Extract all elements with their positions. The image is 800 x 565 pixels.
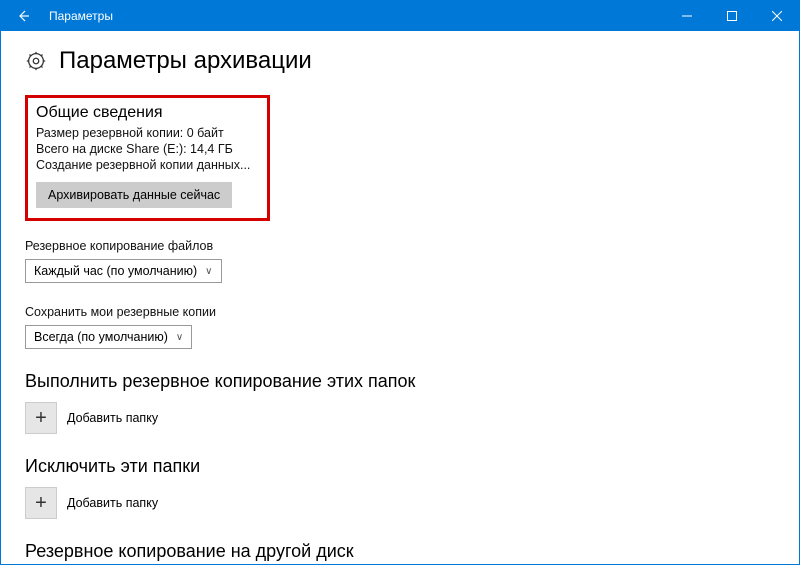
window-title: Параметры	[45, 9, 664, 23]
content-area: Параметры архивации Общие сведения Разме…	[1, 31, 799, 564]
add-exclude-folder-label: Добавить папку	[67, 496, 158, 510]
back-button[interactable]	[1, 1, 45, 31]
minimize-button[interactable]	[664, 1, 709, 31]
disk-total-text: Всего на диске Share (E:): 14,4 ГБ	[36, 142, 259, 156]
other-disk-section: Резервное копирование на другой диск	[25, 541, 775, 562]
add-include-folder-button[interactable]: +	[25, 402, 57, 434]
arrow-left-icon	[15, 8, 31, 24]
backup-size-text: Размер резервной копии: 0 байт	[36, 126, 259, 140]
include-folders-heading: Выполнить резервное копирование этих пап…	[25, 371, 775, 392]
add-include-folder-row[interactable]: + Добавить папку	[25, 402, 775, 434]
add-exclude-folder-row[interactable]: + Добавить папку	[25, 487, 775, 519]
maximize-button[interactable]	[709, 1, 754, 31]
plus-icon: +	[35, 492, 47, 515]
backup-frequency-value: Каждый час (по умолчанию)	[34, 264, 197, 278]
add-include-folder-label: Добавить папку	[67, 411, 158, 425]
backup-frequency-dropdown[interactable]: Каждый час (по умолчанию) ∨	[25, 259, 222, 283]
window-controls	[664, 1, 799, 31]
backup-frequency-block: Резервное копирование файлов Каждый час …	[25, 239, 775, 283]
exclude-folders-heading: Исключить эти папки	[25, 456, 775, 477]
backup-frequency-label: Резервное копирование файлов	[25, 239, 775, 253]
minimize-icon	[682, 11, 692, 21]
exclude-folders-section: Исключить эти папки + Добавить папку	[25, 456, 775, 519]
titlebar: Параметры	[1, 1, 799, 31]
keep-backups-dropdown[interactable]: Всегда (по умолчанию) ∨	[25, 325, 192, 349]
keep-backups-value: Всегда (по умолчанию)	[34, 330, 168, 344]
chevron-down-icon: ∨	[176, 332, 183, 343]
backup-status-text: Создание резервной копии данных...	[36, 158, 259, 172]
page-header: Параметры архивации	[25, 47, 775, 75]
other-disk-heading: Резервное копирование на другой диск	[25, 541, 775, 562]
plus-icon: +	[35, 407, 47, 430]
page-title: Параметры архивации	[59, 47, 312, 75]
include-folders-section: Выполнить резервное копирование этих пап…	[25, 371, 775, 434]
keep-backups-label: Сохранить мои резервные копии	[25, 305, 775, 319]
backup-now-button[interactable]: Архивировать данные сейчас	[36, 182, 232, 208]
add-exclude-folder-button[interactable]: +	[25, 487, 57, 519]
keep-backups-block: Сохранить мои резервные копии Всегда (по…	[25, 305, 775, 349]
close-button[interactable]	[754, 1, 799, 31]
overview-heading: Общие сведения	[36, 104, 259, 122]
maximize-icon	[727, 11, 737, 21]
close-icon	[772, 11, 782, 21]
overview-section: Общие сведения Размер резервной копии: 0…	[25, 95, 270, 221]
gear-icon	[25, 50, 47, 72]
chevron-down-icon: ∨	[205, 266, 212, 277]
